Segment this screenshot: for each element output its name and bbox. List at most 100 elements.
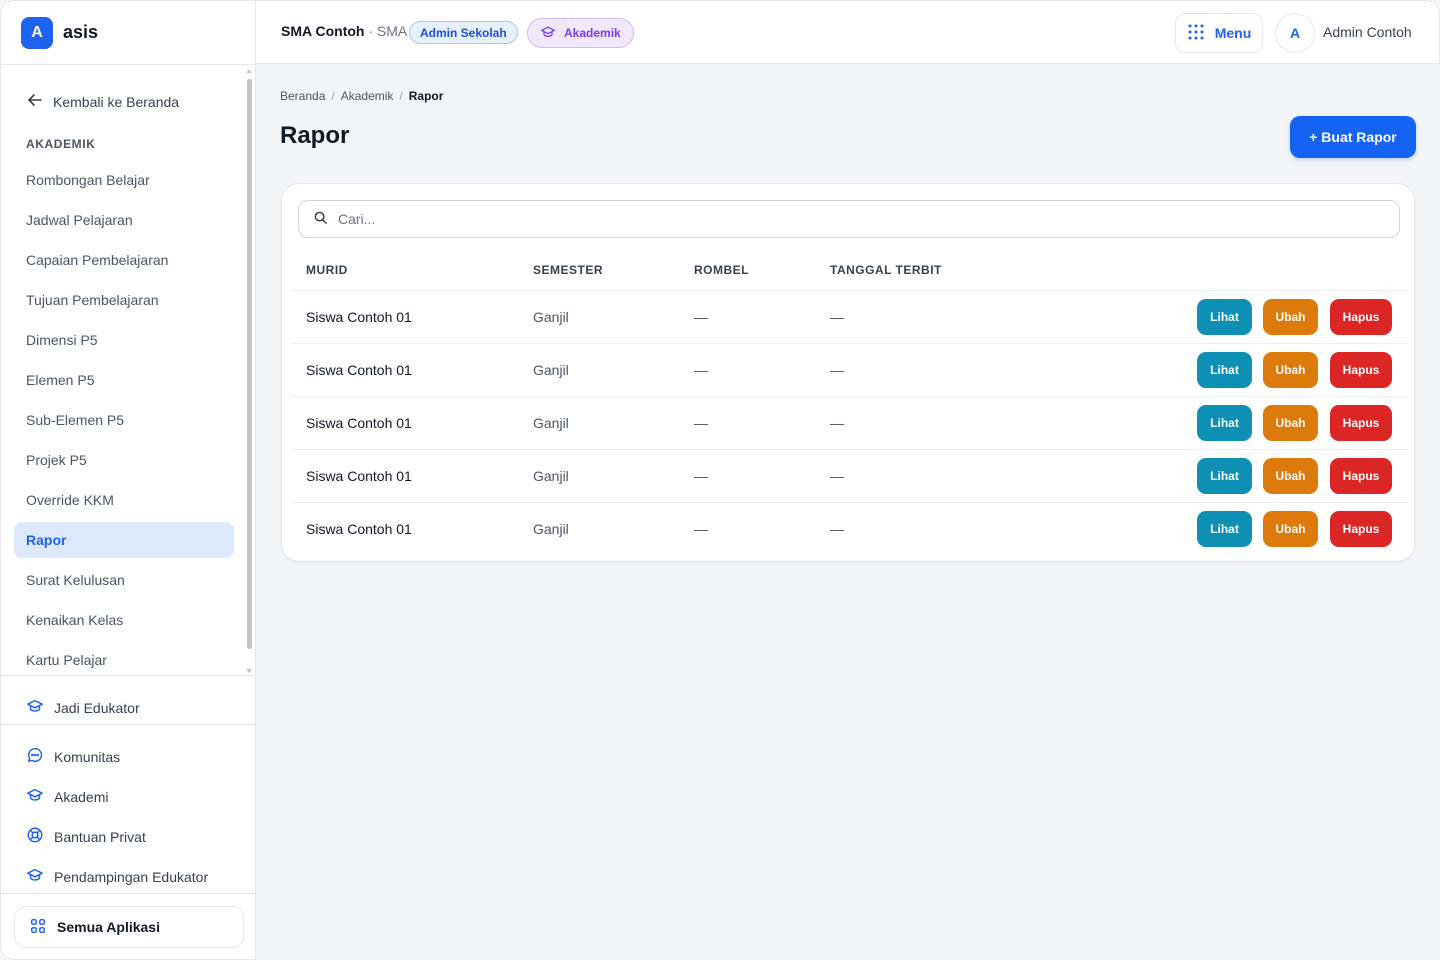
sidebar-item-kartu-pelajar[interactable]: Kartu Pelajar (14, 642, 234, 676)
sidebar-scrollbar[interactable] (246, 69, 252, 673)
avatar[interactable]: A (1275, 13, 1315, 53)
sidebar-item-capaian-pembelajaran[interactable]: Capaian Pembelajaran (14, 242, 234, 278)
all-apps-label: Semua Aplikasi (57, 919, 160, 935)
table-row: Siswa Contoh 01 Ganjil — — Lihat Ubah Ha… (290, 290, 1408, 343)
create-rapor-button[interactable]: + Buat Rapor (1290, 116, 1416, 158)
sidebar-item-label: Rombongan Belajar (26, 172, 150, 188)
scrollbar-thumb[interactable] (247, 79, 252, 649)
divider (1, 675, 256, 676)
column-header-murid: MURID (306, 263, 348, 277)
view-button[interactable]: Lihat (1197, 405, 1252, 441)
back-link-label: Kembali ke Beranda (53, 93, 180, 110)
sidebar: A asis Kembali ke Beranda AKADEMIK Rombo… (0, 0, 256, 960)
sidebar-item-dimensi-p5[interactable]: Dimensi P5 (14, 322, 234, 358)
sidebar-item-surat-kelulusan[interactable]: Surat Kelulusan (14, 562, 234, 598)
delete-button[interactable]: Hapus (1330, 405, 1392, 441)
delete-button[interactable]: Hapus (1330, 511, 1392, 547)
school-separator: · (364, 23, 377, 39)
breadcrumb-akademik[interactable]: Akademik (341, 89, 394, 103)
chat-icon (26, 746, 44, 767)
menu-label: Menu (1214, 25, 1252, 41)
breadcrumb-home[interactable]: Beranda (280, 89, 325, 103)
educator-mentoring-link[interactable]: Pendampingan Edukator (26, 866, 208, 887)
cell-rombel: — (694, 521, 708, 537)
delete-button[interactable]: Hapus (1330, 352, 1392, 388)
search-box[interactable] (298, 200, 1400, 238)
community-link[interactable]: Komunitas (26, 746, 120, 767)
sidebar-item-jadwal-pelajaran[interactable]: Jadwal Pelajaran (14, 202, 234, 238)
divider (1, 724, 256, 725)
scroll-up-arrow[interactable] (246, 69, 252, 73)
all-apps-button[interactable]: Semua Aplikasi (14, 906, 244, 948)
sidebar-item-label: Capaian Pembelajaran (26, 252, 169, 268)
cell-tanggal: — (830, 468, 844, 484)
sidebar-item-label: Surat Kelulusan (26, 572, 125, 588)
sidebar-item-projek-p5[interactable]: Projek P5 (14, 442, 234, 478)
edit-button[interactable]: Ubah (1263, 405, 1318, 441)
sidebar-item-label: Override KKM (26, 492, 114, 508)
edit-button[interactable]: Ubah (1263, 299, 1318, 335)
sidebar-item-label: Sub-Elemen P5 (26, 412, 125, 428)
graduation-cap-icon (540, 24, 556, 43)
search-input[interactable] (338, 211, 1338, 227)
sidebar-item-label: Dimensi P5 (26, 332, 98, 348)
back-to-home-link[interactable]: Kembali ke Beranda (25, 90, 179, 113)
breadcrumb: Beranda / Akademik / Rapor (280, 89, 443, 103)
edit-button[interactable]: Ubah (1263, 352, 1318, 388)
cell-rombel: — (694, 468, 708, 484)
cell-tanggal: — (830, 362, 844, 378)
view-button[interactable]: Lihat (1197, 458, 1252, 494)
edit-button[interactable]: Ubah (1263, 511, 1318, 547)
sidebar-item-tujuan-pembelajaran[interactable]: Tujuan Pembelajaran (14, 282, 234, 318)
breadcrumb-current: Rapor (408, 89, 444, 103)
school-level: SMA (376, 23, 408, 39)
rapor-table-card: MURID SEMESTER ROMBEL TANGGAL TERBIT Sis… (281, 183, 1415, 562)
dots-grid-icon (1187, 23, 1205, 44)
delete-button[interactable]: Hapus (1330, 458, 1392, 494)
module-badge-label: Akademik (564, 26, 621, 40)
cell-murid: Siswa Contoh 01 (306, 309, 412, 325)
delete-button[interactable]: Hapus (1330, 299, 1392, 335)
cell-tanggal: — (830, 309, 844, 325)
menu-button[interactable]: Menu (1175, 13, 1263, 53)
sidebar-item-elemen-p5[interactable]: Elemen P5 (14, 362, 234, 398)
cell-rombel: — (694, 362, 708, 378)
breadcrumb-separator: / (331, 89, 335, 103)
section-label-akademik: AKADEMIK (26, 137, 96, 151)
community-label: Komunitas (54, 748, 121, 765)
cell-murid: Siswa Contoh 01 (306, 415, 412, 431)
user-name[interactable]: Admin Contoh (1323, 24, 1412, 40)
academy-link[interactable]: Akademi (26, 786, 108, 807)
grid-icon (29, 917, 47, 938)
module-badge[interactable]: Akademik (527, 18, 634, 48)
brand[interactable]: A asis (1, 1, 255, 65)
sidebar-item-label: Jadwal Pelajaran (26, 212, 133, 228)
become-educator-link[interactable]: Jadi Edukator (26, 697, 140, 718)
graduation-cap-icon (26, 786, 44, 807)
view-button[interactable]: Lihat (1197, 352, 1252, 388)
sidebar-item-rombongan-belajar[interactable]: Rombongan Belajar (14, 162, 234, 198)
table-row: Siswa Contoh 01 Ganjil — — Lihat Ubah Ha… (290, 396, 1408, 449)
cell-semester: Ganjil (533, 415, 569, 431)
sidebar-item-sub-elemen-p5[interactable]: Sub-Elemen P5 (14, 402, 234, 438)
cell-murid: Siswa Contoh 01 (306, 468, 412, 484)
cell-semester: Ganjil (533, 309, 569, 325)
cell-murid: Siswa Contoh 01 (306, 362, 412, 378)
private-help-link[interactable]: Bantuan Privat (26, 826, 146, 847)
educator-mentoring-label: Pendampingan Edukator (54, 868, 209, 885)
sidebar-item-kenaikan-kelas[interactable]: Kenaikan Kelas (14, 602, 234, 638)
view-button[interactable]: Lihat (1197, 511, 1252, 547)
topbar: SMA Contoh · SMA Admin Sekolah Akademik … (256, 0, 1440, 64)
sidebar-item-label: Rapor (26, 532, 67, 548)
sidebar-item-rapor[interactable]: Rapor (14, 522, 234, 558)
table-row: Siswa Contoh 01 Ganjil — — Lihat Ubah Ha… (290, 343, 1408, 396)
view-button[interactable]: Lihat (1197, 299, 1252, 335)
lifebuoy-icon (26, 826, 44, 847)
graduation-cap-icon (26, 866, 44, 887)
cell-rombel: — (694, 309, 708, 325)
table-row: Siswa Contoh 01 Ganjil — — Lihat Ubah Ha… (290, 502, 1408, 555)
cell-murid: Siswa Contoh 01 (306, 521, 412, 537)
sidebar-item-override-kkm[interactable]: Override KKM (14, 482, 234, 518)
edit-button[interactable]: Ubah (1263, 458, 1318, 494)
scroll-down-arrow[interactable] (246, 669, 252, 673)
